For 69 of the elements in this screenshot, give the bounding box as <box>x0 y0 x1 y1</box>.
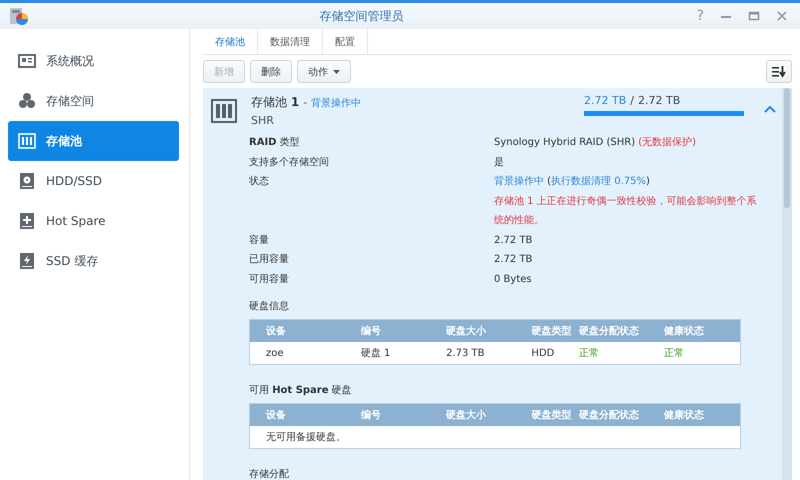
column-header: 硬盘大小 <box>446 408 488 422</box>
warning-message: 存储池 1 上正在进行奇偶一致性校验，可能会影响到整个系统的性能。 <box>494 194 758 228</box>
chevron-icon <box>764 105 776 113</box>
column-header: 硬盘分配状态 <box>578 408 640 422</box>
table-cell-text: HDD <box>531 348 556 358</box>
disc-drive-icon <box>18 172 36 190</box>
drive-bays-icon <box>211 99 237 123</box>
empty-message: 无可用备援硬盘。 <box>266 431 346 444</box>
id-card-icon <box>18 52 36 70</box>
detail-value: Synology Hybrid RAID (SHR) (无数据保护) <box>494 136 698 150</box>
pool-type: SHR <box>251 114 275 127</box>
sidebar-item[interactable]: 存储池 <box>8 121 179 161</box>
total-capacity: 2.72 TB <box>638 94 680 107</box>
detail-value: 是 <box>494 156 505 170</box>
column-header: 硬盘类型 <box>531 408 572 422</box>
sidebar-item[interactable]: Hot Spare <box>8 201 179 241</box>
detail-label: 支持多个存储空间 <box>249 156 330 170</box>
detail-value: 2.72 TB <box>494 253 534 267</box>
cubes-icon <box>18 92 36 110</box>
caret-icon <box>333 70 340 74</box>
slash-separator: / <box>630 94 634 107</box>
toolbar-button[interactable]: 删除 <box>250 60 292 83</box>
table-cell-text: 2.73 TB <box>446 348 486 358</box>
tab[interactable]: 配置 <box>323 29 368 54</box>
section-title: 存储分配 <box>249 468 290 480</box>
table-cell-text: 正常 <box>664 346 686 360</box>
table-cell-text: 正常 <box>578 346 600 360</box>
detail-label: 容量 <box>249 234 270 248</box>
column-header: 硬盘大小 <box>446 324 488 338</box>
detail-value: 0 Bytes <box>494 272 533 286</box>
window-title: 存储空间管理员 <box>318 8 404 24</box>
sidebar-item[interactable]: 系统概况 <box>8 41 179 81</box>
tab[interactable]: 存储池 <box>203 29 258 54</box>
detail-label: RAID 类型 <box>249 136 301 150</box>
plus-drive-icon <box>18 212 36 230</box>
pool-status: 背景操作中 <box>311 96 362 110</box>
app-icon <box>8 5 30 27</box>
column-header: 编号 <box>360 408 382 422</box>
pool-name: 存储池 1 <box>251 94 300 111</box>
detail-label: 可用容量 <box>249 272 290 286</box>
detail-label: 已用容量 <box>249 252 290 267</box>
table-cell-text: 硬盘 1 <box>360 347 392 360</box>
action-dropdown[interactable]: 动作 <box>297 60 351 83</box>
tab[interactable]: 数据清理 <box>258 29 323 54</box>
table-cell-text: zoe <box>266 348 285 358</box>
column-header: 设备 <box>266 324 287 338</box>
column-header: 健康状态 <box>664 324 706 338</box>
close-icon <box>776 10 788 22</box>
sort-icon <box>772 66 786 78</box>
column-header: 编号 <box>360 324 382 338</box>
detail-label: 状态 <box>249 174 270 189</box>
maximize-icon <box>748 10 760 22</box>
drive-bays-icon <box>18 132 36 150</box>
bolt-drive-icon <box>18 252 36 270</box>
column-header: 健康状态 <box>664 408 706 422</box>
scrollbar[interactable] <box>782 88 792 480</box>
separator-dash: - <box>303 96 308 109</box>
used-capacity: 2.72 TB <box>584 94 626 107</box>
section-title: 可用 Hot Spare 硬盘 <box>249 384 353 397</box>
detail-value: 2.72 TB <box>494 234 534 248</box>
column-header: 硬盘类型 <box>531 324 572 338</box>
sidebar-item[interactable]: 存储空间 <box>8 81 179 121</box>
column-header: 硬盘分配状态 <box>578 324 640 338</box>
detail-value: 背景操作中 (执行数据清理 0.75%) <box>494 174 651 189</box>
section-title: 硬盘信息 <box>249 300 290 313</box>
sidebar-item[interactable]: SSD 缓存 <box>8 241 179 281</box>
column-header: 设备 <box>266 408 287 422</box>
sidebar-item[interactable]: HDD/SSD <box>8 161 179 201</box>
sort-button[interactable] <box>766 60 792 83</box>
